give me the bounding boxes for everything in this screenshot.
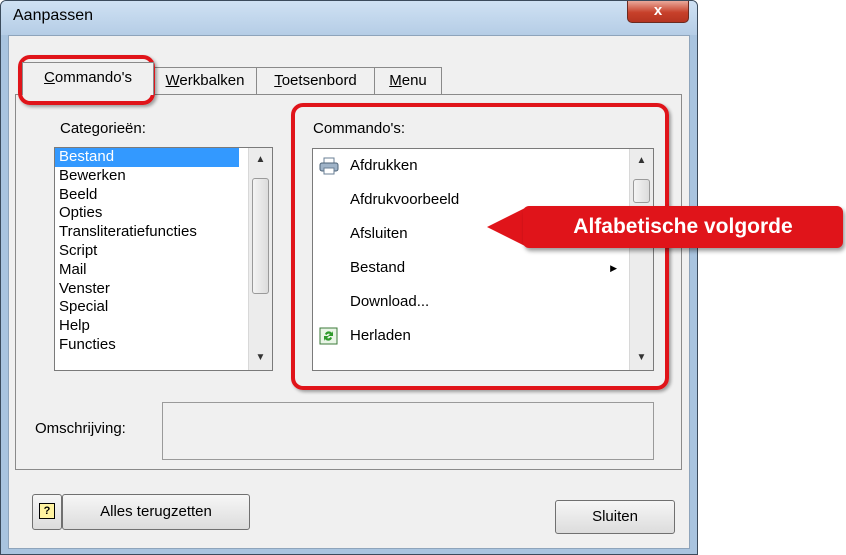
scroll-thumb[interactable] [252,178,269,294]
list-item[interactable]: Script [55,242,272,261]
close-button[interactable]: Sluiten [555,500,675,534]
scroll-thumb[interactable] [633,179,650,203]
list-item[interactable]: Bewerken [55,167,272,186]
help-icon: ? [39,503,55,519]
title-bar[interactable]: Aanpassen x [1,1,697,35]
submenu-arrow-icon: ▶ [610,263,617,273]
categories-label: Categorieën: [60,120,146,137]
reset-all-button[interactable]: Alles terugzetten [62,494,250,530]
list-item[interactable]: Venster [55,280,272,299]
categories-scrollbar[interactable]: ▲ ▼ [248,148,272,370]
tab-commandos[interactable]: Commando's [22,62,154,95]
reload-icon [319,327,338,345]
description-label: Omschrijving: [35,420,126,437]
list-item[interactable]: Functies [55,336,272,355]
commands-list[interactable]: Afdrukken Afdrukvoorbeeld Afsluiten Best… [312,148,654,371]
list-item[interactable]: Special [55,298,272,317]
close-icon: x [653,2,663,19]
scroll-up-icon[interactable]: ▲ [249,150,272,170]
list-item[interactable]: Help [55,317,272,336]
list-item[interactable]: Mail [55,261,272,280]
printer-icon [319,157,339,175]
window-title: Aanpassen [13,7,94,24]
list-item[interactable]: Bestand ▶ [313,251,627,285]
list-item[interactable]: Opties [55,204,272,223]
list-item[interactable]: Beeld [55,186,272,205]
tab-werkbalken[interactable]: Werkbalken [153,67,257,94]
list-item[interactable]: Download... [313,285,627,319]
callout-pointer [487,208,525,246]
commands-scrollbar[interactable]: ▲ ▼ [629,149,653,370]
scroll-down-icon[interactable]: ▼ [630,348,653,368]
tab-label: C [44,69,55,86]
help-button[interactable]: ? [32,494,62,530]
categories-list[interactable]: Bestand Bewerken Beeld Opties Transliter… [54,147,273,371]
close-window-button[interactable]: x [627,1,689,23]
scroll-up-icon[interactable]: ▲ [630,151,653,171]
list-item[interactable]: Bestand [55,148,239,167]
tab-menu[interactable]: Menu [374,67,442,94]
list-item[interactable]: Afdrukken [313,149,627,183]
list-item[interactable]: Transliteratiefuncties [55,223,272,242]
callout-label: Alfabetische volgorde [523,206,843,248]
list-item[interactable]: Herladen [313,319,627,353]
tab-toetsenbord[interactable]: Toetsenbord [256,67,375,94]
commands-label: Commando's: [313,120,406,137]
category-items: Bestand Bewerken Beeld Opties Transliter… [55,148,272,355]
description-field [162,402,654,460]
scroll-down-icon[interactable]: ▼ [249,348,272,368]
